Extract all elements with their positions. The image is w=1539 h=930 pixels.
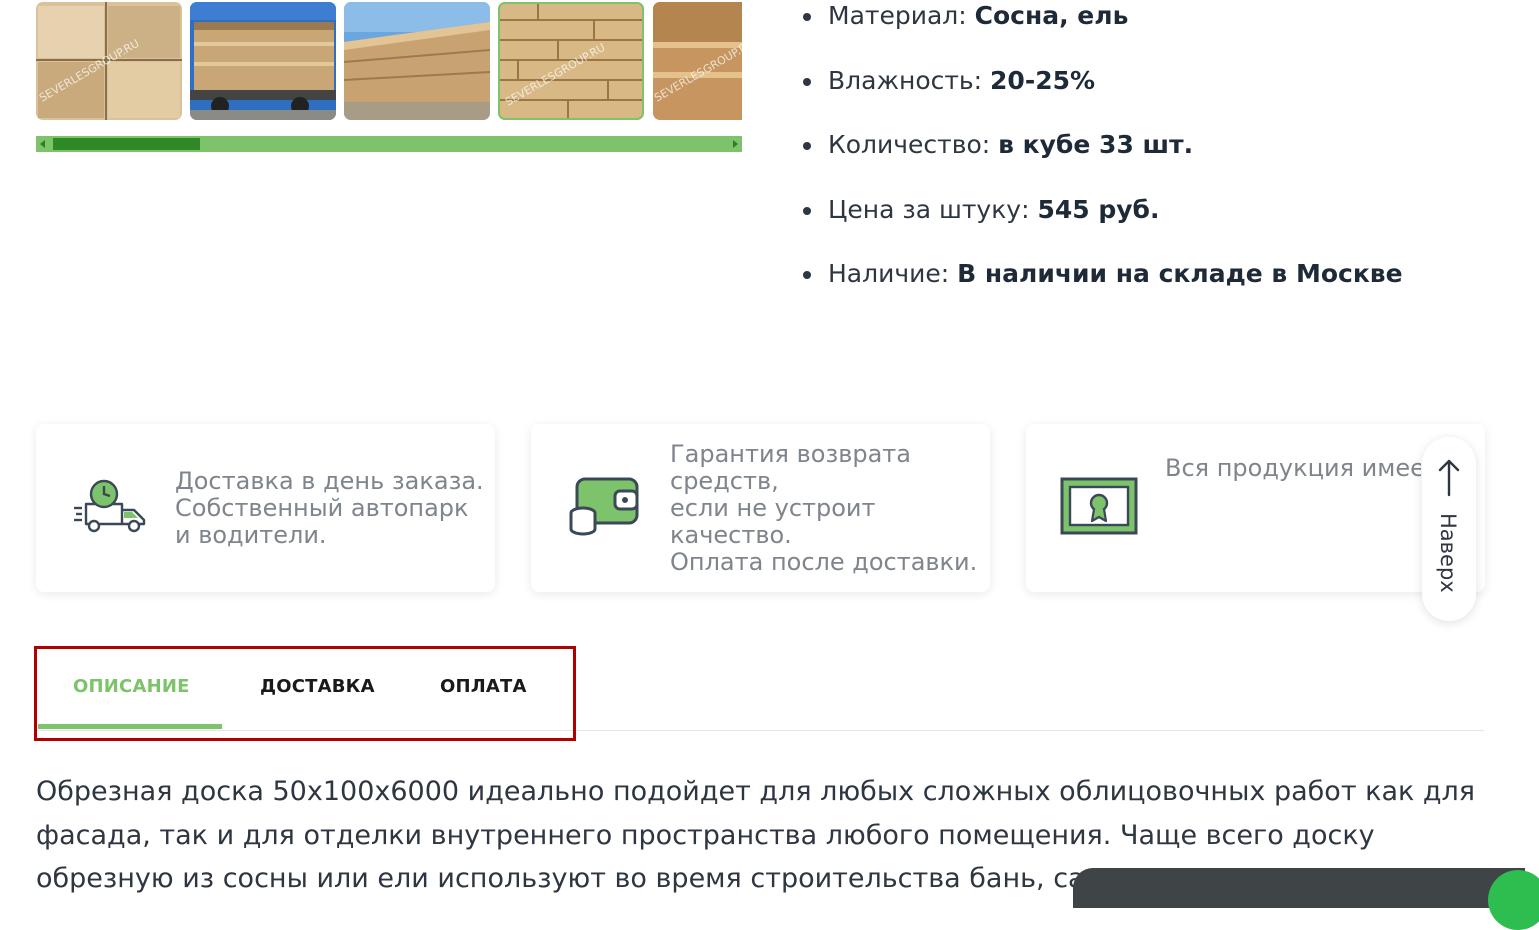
chat-widget-button[interactable] [1488, 870, 1539, 930]
spec-price: Цена за штуку: 545 руб. [800, 194, 1403, 259]
gallery-thumb-4[interactable]: SEVERLESGROUP.RU [498, 2, 644, 120]
feature-text-certificate: Вся продукция имеет сертификаты качества… [1165, 455, 1421, 482]
wallet-icon [569, 475, 641, 541]
spec-humidity: Влажность: 20-25% [800, 65, 1403, 130]
gallery-thumb-2[interactable] [190, 2, 336, 120]
gallery-scrollbar[interactable] [36, 136, 742, 152]
spec-quantity: Количество: в кубе 33 шт. [800, 129, 1403, 194]
product-specs: Материал: Сосна, ель Влажность: 20-25% К… [800, 0, 1403, 323]
feature-card-certificate: Вся продукция имеет сертификаты качества… [1026, 424, 1485, 592]
lumber-ends-image: SEVERLESGROUP.RU [36, 2, 182, 120]
certificate-icon [1060, 477, 1138, 539]
gallery-thumb-1[interactable]: SEVERLESGROUP.RU [36, 2, 182, 120]
chat-widget-bar[interactable] [1073, 868, 1525, 908]
gallery-thumb-5[interactable]: SEVERLESGROUP.RU [653, 2, 742, 120]
delivery-truck-icon [72, 476, 148, 540]
feature-card-delivery: Доставка в день заказа. Собственный авто… [36, 424, 495, 592]
arrow-up-icon [1438, 459, 1460, 497]
gallery-thumb-3[interactable] [344, 2, 490, 120]
lumber-pile-image: SEVERLESGROUP.RU [653, 2, 742, 120]
scroll-to-top-label: Наверх [1436, 513, 1460, 593]
gallery-scrollbar-thumb[interactable] [53, 138, 200, 150]
scroll-to-top-button[interactable]: Наверх [1422, 437, 1476, 621]
lumber-stacks-image [344, 2, 490, 120]
scroll-right-icon[interactable] [733, 140, 738, 148]
feature-text-delivery: Доставка в день заказа. Собственный авто… [175, 467, 484, 549]
spec-availability: Наличие: В наличии на складе в Москве [800, 258, 1403, 323]
plank-ends-image: SEVERLESGROUP.RU [498, 2, 644, 120]
feature-text-refund: Гарантия возврата средств, если не устро… [670, 440, 978, 576]
image-gallery: SEVERLESGROUP.RU SEVERLESGROUP.RU SEVERL… [36, 2, 742, 120]
truck-loaded-image [190, 2, 336, 120]
feature-card-refund: Гарантия возврата средств, если не устро… [531, 424, 990, 592]
scroll-left-icon[interactable] [40, 140, 45, 148]
tabs-highlight-frame [34, 646, 576, 741]
spec-material: Материал: Сосна, ель [800, 0, 1403, 65]
